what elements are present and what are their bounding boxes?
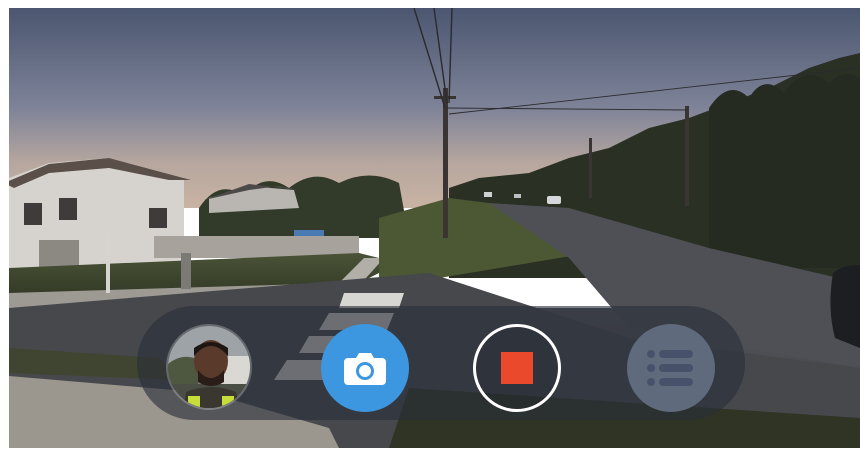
menu-button[interactable]: list-menu-icon [627, 324, 715, 412]
list-menu-icon [647, 350, 693, 386]
take-photo-button[interactable]: camera-icon [321, 324, 409, 412]
preview-video [168, 326, 250, 408]
stop-icon [501, 352, 533, 384]
front-camera-preview[interactable] [166, 324, 252, 410]
stop-recording-button[interactable]: stop-icon [473, 324, 561, 412]
camera-icon [344, 353, 386, 385]
